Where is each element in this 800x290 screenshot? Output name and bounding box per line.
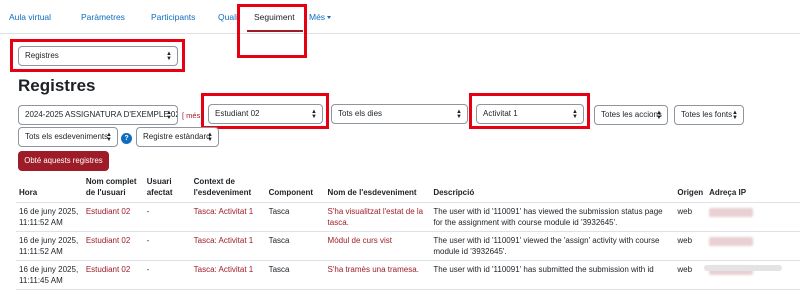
cell-context: Tasca: Activitat 1 xyxy=(190,260,266,290)
page-title: Registres xyxy=(18,76,96,95)
help-icon[interactable]: ? xyxy=(121,133,132,144)
actions-filter-select[interactable]: Totes les accions ▲ ▼ xyxy=(594,105,668,125)
sources-filter-select[interactable]: Totes les fonts ▲ ▼ xyxy=(674,105,744,125)
column-header-time[interactable]: Hora xyxy=(16,173,83,203)
cell-context: Tasca: Activitat 1 xyxy=(190,231,266,261)
tab-aula-virtual[interactable]: Aula virtual xyxy=(9,12,51,22)
select-arrows-icon: ▲ ▼ xyxy=(732,110,738,121)
cell-user: Estudiant 02 xyxy=(82,231,144,261)
cell-time: 16 de juny 2025, 11:11:52 AM xyxy=(16,231,83,261)
log-reader-value: Registre estàndard xyxy=(143,132,211,141)
more-courses-link[interactable]: [ més ] xyxy=(182,111,204,120)
course-filter-value: 2024-2025 ASSIGNATURA D'EXEMPLE 02 xyxy=(25,110,178,119)
user-link[interactable]: Estudiant 02 xyxy=(86,236,130,245)
context-link[interactable]: Tasca: Activitat 1 xyxy=(194,207,254,216)
events-filter-select[interactable]: Tots els esdeveniments ▲ ▼ xyxy=(18,127,118,147)
cell-component: Tasca xyxy=(265,231,325,261)
column-header-component[interactable]: Component xyxy=(265,173,325,203)
actions-filter-value: Totes les accions xyxy=(601,110,662,119)
cell-time: 16 de juny 2025, 11:11:45 AM xyxy=(16,260,83,290)
table-row: 16 de juny 2025, 11:11:52 AM Estudiant 0… xyxy=(16,202,800,232)
events-filter-value: Tots els esdeveniments xyxy=(25,132,109,141)
table-row: 16 de juny 2025, 11:11:52 AM Estudiant 0… xyxy=(16,231,800,261)
cell-origin: web xyxy=(674,231,707,261)
horizontal-scrollbar[interactable] xyxy=(704,265,782,271)
chevron-down-icon xyxy=(327,16,332,20)
course-navigation: Aula virtual Paràmetres Participants Qua… xyxy=(0,0,800,34)
cell-event: Mòdul de curs vist xyxy=(324,231,431,261)
report-type-select[interactable]: Registres ▲ ▼ xyxy=(18,46,178,66)
select-arrows-icon: ▲ ▼ xyxy=(166,51,172,62)
event-link[interactable]: Mòdul de curs vist xyxy=(328,236,392,245)
cell-description: The user with id '110091' has viewed the… xyxy=(430,202,675,232)
cell-component: Tasca xyxy=(265,202,325,232)
sources-filter-value: Totes les fonts xyxy=(681,110,733,119)
select-arrows-icon: ▲ ▼ xyxy=(106,132,112,143)
context-link[interactable]: Tasca: Activitat 1 xyxy=(194,236,254,245)
user-filter-value: Estudiant 02 xyxy=(215,109,260,118)
date-filter-select[interactable]: Tots els dies ▲ ▼ xyxy=(331,104,468,124)
column-header-user-full[interactable]: Nom complet de l'usuari xyxy=(82,173,144,203)
date-filter-value: Tots els dies xyxy=(338,109,383,118)
column-header-origin[interactable]: Origen xyxy=(674,173,707,203)
cell-affected-user: - xyxy=(143,202,191,232)
column-header-description[interactable]: Descripció xyxy=(430,173,675,203)
cell-event: S'ha tramès una tramesa. xyxy=(324,260,431,290)
report-type-value: Registres xyxy=(25,51,59,60)
tab-participants[interactable]: Participants xyxy=(151,12,195,22)
cell-origin: web xyxy=(674,202,707,232)
select-arrows-icon: ▲ ▼ xyxy=(656,110,662,121)
column-header-ip[interactable]: Adreça IP xyxy=(706,173,800,203)
cell-time: 16 de juny 2025, 11:11:52 AM xyxy=(16,202,83,232)
cell-description: The user with id '110091' has submitted … xyxy=(430,260,675,290)
highlight-tab-seguiment xyxy=(237,4,307,58)
select-arrows-icon: ▲ ▼ xyxy=(166,110,172,121)
cell-event: S'ha visualitzat l'estat de la tasca. xyxy=(324,202,431,232)
logs-table: Hora Nom complet de l'usuari Usuari afec… xyxy=(16,173,800,290)
activity-filter-value: Activitat 1 xyxy=(483,109,518,118)
tab-parametres[interactable]: Paràmetres xyxy=(81,12,125,22)
ip-address-redacted[interactable] xyxy=(709,236,754,246)
table-row: 16 de juny 2025, 11:11:45 AM Estudiant 0… xyxy=(16,260,800,290)
cell-affected-user: - xyxy=(143,260,191,290)
tab-mes[interactable]: Més xyxy=(309,12,332,22)
cell-description: The user with id '110091' viewed the 'as… xyxy=(430,231,675,261)
activity-filter-select[interactable]: Activitat 1 ▲ ▼ xyxy=(476,104,584,124)
select-arrows-icon: ▲ ▼ xyxy=(572,109,578,120)
event-link[interactable]: S'ha visualitzat l'estat de la tasca. xyxy=(328,207,424,227)
cell-component: Tasca xyxy=(265,260,325,290)
user-link[interactable]: Estudiant 02 xyxy=(86,265,130,274)
column-header-affected-user[interactable]: Usuari afectat xyxy=(143,173,191,203)
tab-mes-label: Més xyxy=(309,12,326,22)
cell-origin: web xyxy=(674,260,707,290)
select-arrows-icon: ▲ ▼ xyxy=(456,109,462,120)
event-link[interactable]: S'ha tramès una tramesa. xyxy=(328,265,419,274)
table-header-row: Hora Nom complet de l'usuari Usuari afec… xyxy=(16,173,800,203)
cell-ip xyxy=(706,202,800,232)
course-filter-select[interactable]: 2024-2025 ASSIGNATURA D'EXEMPLE 02 ▲ ▼ xyxy=(18,105,178,125)
cell-user: Estudiant 02 xyxy=(82,260,144,290)
cell-affected-user: - xyxy=(143,231,191,261)
column-header-context[interactable]: Context de l'esdeveniment xyxy=(190,173,266,203)
get-logs-button[interactable]: Obté aquests registres xyxy=(18,151,109,171)
select-arrows-icon: ▲ ▼ xyxy=(207,132,213,143)
user-link[interactable]: Estudiant 02 xyxy=(86,207,130,216)
ip-address-redacted[interactable] xyxy=(709,207,754,217)
cell-ip xyxy=(706,231,800,261)
log-reader-select[interactable]: Registre estàndard ▲ ▼ xyxy=(136,127,219,147)
cell-context: Tasca: Activitat 1 xyxy=(190,202,266,232)
column-header-event[interactable]: Nom de l'esdeveniment xyxy=(324,173,431,203)
context-link[interactable]: Tasca: Activitat 1 xyxy=(194,265,254,274)
user-filter-select[interactable]: Estudiant 02 ▲ ▼ xyxy=(208,104,323,124)
select-arrows-icon: ▲ ▼ xyxy=(311,109,317,120)
cell-user: Estudiant 02 xyxy=(82,202,144,232)
